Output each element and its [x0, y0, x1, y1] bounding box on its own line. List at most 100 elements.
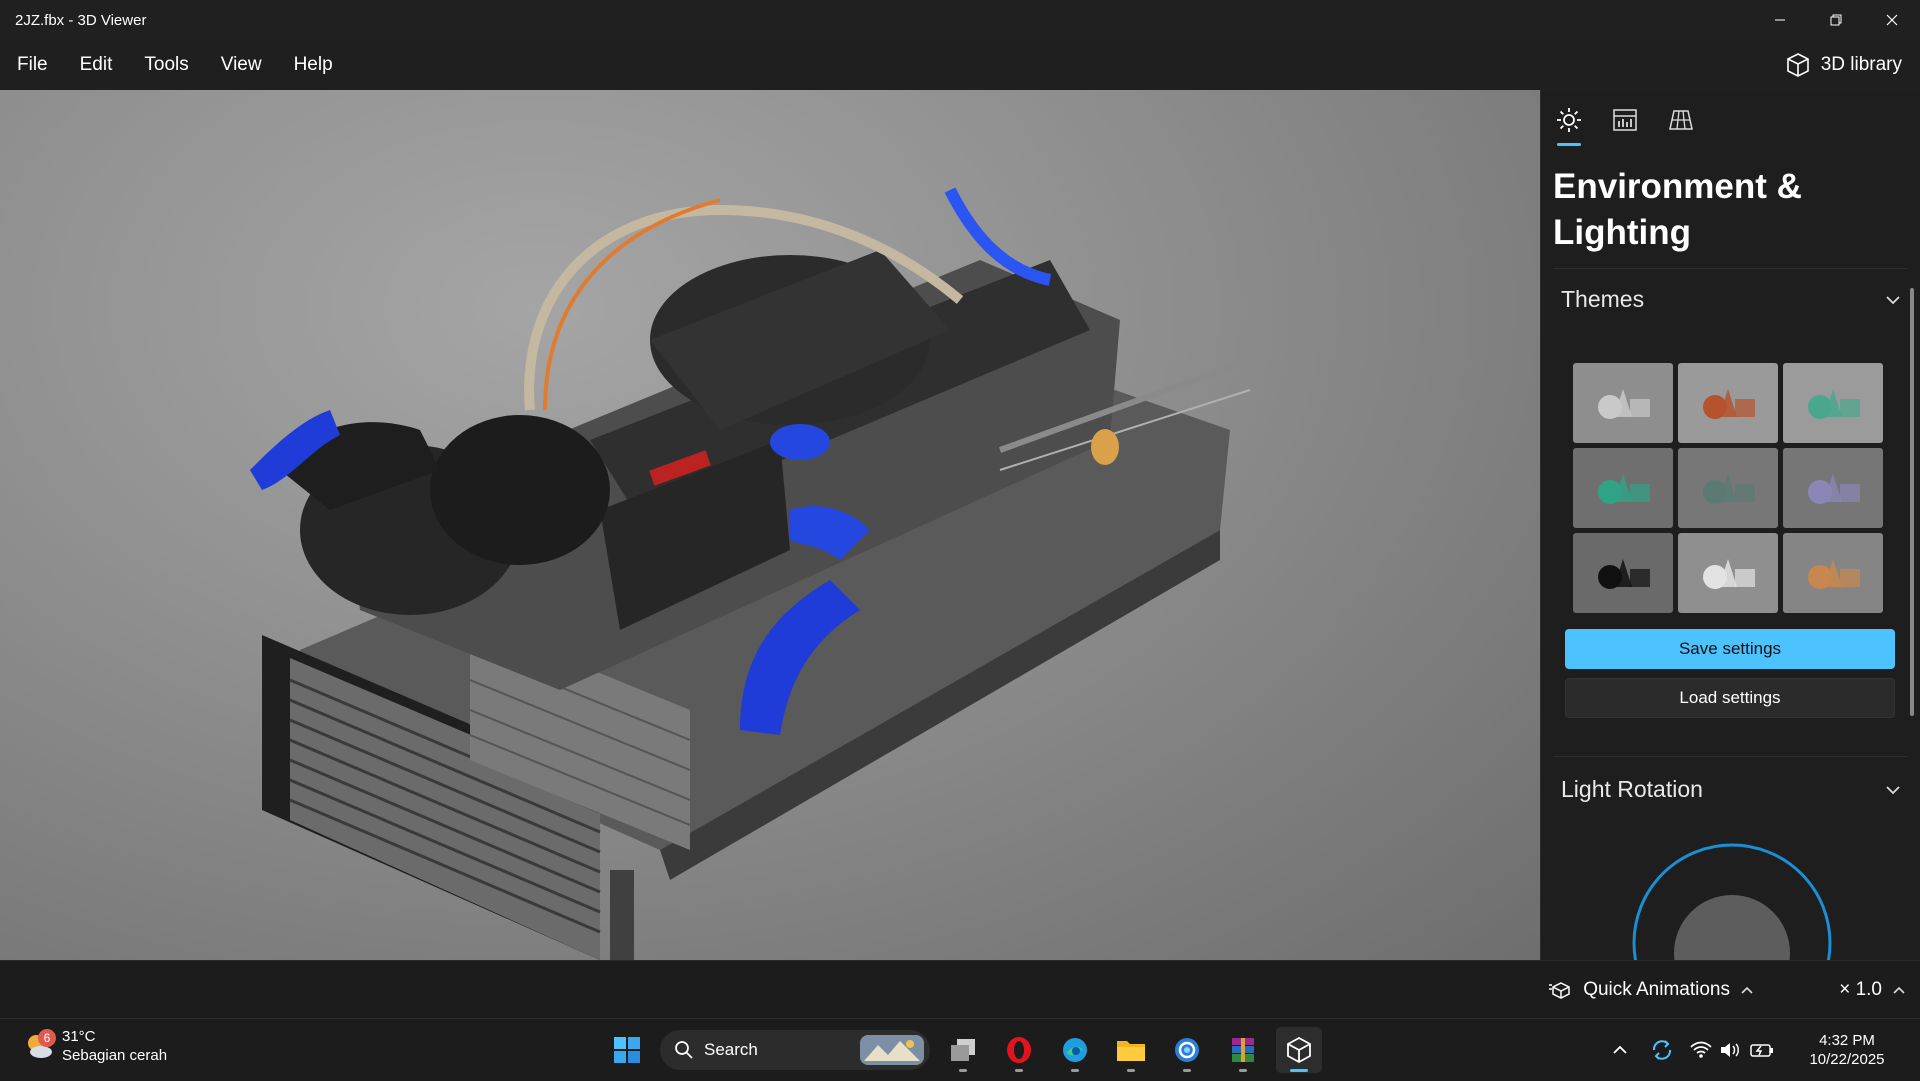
running-indicator: [1183, 1069, 1191, 1072]
search-placeholder: Search: [704, 1040, 758, 1059]
opera-icon: [1007, 1037, 1031, 1063]
menu-view[interactable]: View: [205, 40, 278, 90]
engine-model[interactable]: [0, 90, 1540, 960]
3d-library-button[interactable]: 3D library: [1785, 40, 1902, 90]
weather-condition: Sebagian cerah: [62, 1047, 168, 1064]
window-title: 2JZ.fbx - 3D Viewer: [15, 11, 147, 29]
volume-icon[interactable]: [1720, 1041, 1742, 1059]
3d-library-label: 3D library: [1820, 54, 1902, 75]
themes-label: Themes: [1561, 286, 1645, 312]
tab-environment[interactable]: [1553, 104, 1585, 146]
chevron-up-icon: [1893, 986, 1905, 994]
weather-icon-wrap: 6: [24, 1029, 56, 1061]
task-view-button[interactable]: [940, 1027, 986, 1073]
chevron-down-icon: [1886, 295, 1900, 304]
clock[interactable]: 4:32 PM 10/22/2025: [1792, 1031, 1902, 1069]
chevron-up-icon: [1741, 986, 1753, 994]
sun-icon: [1557, 108, 1581, 132]
animation-icon: [1549, 982, 1570, 999]
browser-button[interactable]: [1164, 1027, 1210, 1073]
menu-help[interactable]: Help: [278, 40, 349, 90]
running-indicator: [959, 1069, 967, 1072]
themes-header[interactable]: Themes: [1561, 286, 1901, 313]
taskbar-apps: Search: [604, 1027, 1322, 1073]
3d-viewport[interactable]: [0, 90, 1540, 960]
search-highlight-icon: [860, 1035, 924, 1065]
theme-thumbnail[interactable]: [1783, 448, 1883, 528]
grid-icon: [1669, 110, 1693, 130]
weather-widget[interactable]: 6 31°C Sebagian cerah: [24, 1027, 167, 1065]
3d-viewer-icon: [1287, 1036, 1311, 1064]
battery-icon[interactable]: [1750, 1042, 1774, 1058]
theme-thumbnail[interactable]: [1783, 363, 1883, 443]
playback-speed-label: × 1.0: [1839, 979, 1882, 1000]
menu-edit[interactable]: Edit: [64, 40, 129, 90]
taskbar: 6 31°C Sebagian cerah Search 4:32 PM 10/…: [0, 1018, 1920, 1080]
panel-tabs: [1553, 104, 1697, 146]
edge-button[interactable]: [1052, 1027, 1098, 1073]
3d-viewer-button[interactable]: [1276, 1027, 1322, 1073]
chevron-up-icon[interactable]: [1612, 1045, 1628, 1055]
theme-thumbnail[interactable]: [1783, 533, 1883, 613]
title-bar: 2JZ.fbx - 3D Viewer: [0, 0, 1920, 40]
themes-grid: [1573, 363, 1883, 613]
light-rotation-header[interactable]: Light Rotation: [1561, 776, 1901, 803]
winrar-icon: [1232, 1038, 1254, 1062]
quick-animations-button[interactable]: Quick Animations: [1549, 961, 1754, 1019]
theme-preview-icon: [1598, 559, 1650, 589]
theme-preview-icon: [1703, 559, 1755, 589]
panel-title: Environment & Lighting: [1553, 164, 1893, 256]
edge-icon: [1063, 1038, 1087, 1062]
opera-button[interactable]: [996, 1027, 1042, 1073]
environment-panel: Environment & Lighting Themes Save setti…: [1540, 90, 1920, 960]
theme-thumbnail[interactable]: [1573, 363, 1673, 443]
clock-date: 10/22/2025: [1809, 1051, 1885, 1068]
menu-file[interactable]: File: [0, 40, 64, 90]
task-view-icon: [951, 1039, 975, 1061]
theme-thumbnail[interactable]: [1678, 363, 1778, 443]
start-button[interactable]: [604, 1027, 650, 1073]
panel-scrollbar[interactable]: [1910, 288, 1914, 716]
divider: [1553, 268, 1908, 269]
divider: [1553, 756, 1908, 757]
browser-icon: [1175, 1038, 1199, 1062]
cube-icon: [1786, 53, 1809, 77]
menu-tools[interactable]: Tools: [128, 40, 204, 90]
theme-thumbnail[interactable]: [1573, 533, 1673, 613]
save-settings-button[interactable]: Save settings: [1565, 629, 1895, 669]
running-indicator: [1015, 1069, 1023, 1072]
theme-thumbnail[interactable]: [1678, 448, 1778, 528]
load-settings-button[interactable]: Load settings: [1565, 678, 1895, 718]
notification-badge: 6: [38, 1029, 56, 1047]
tab-stats[interactable]: [1609, 104, 1641, 136]
winrar-button[interactable]: [1220, 1027, 1266, 1073]
theme-thumbnail[interactable]: [1573, 448, 1673, 528]
light-rotation-dial[interactable]: [1627, 838, 1837, 960]
running-indicator: [1290, 1069, 1308, 1072]
theme-preview-icon: [1703, 474, 1755, 504]
weather-text: 31°C Sebagian cerah: [62, 1027, 167, 1065]
theme-thumbnail[interactable]: [1678, 533, 1778, 613]
system-tray: 4:32 PM 10/22/2025: [1612, 1019, 1920, 1081]
file-explorer-icon: [1117, 1041, 1145, 1061]
playback-speed-button[interactable]: × 1.0: [1839, 961, 1906, 1019]
wifi-icon[interactable]: [1690, 1041, 1712, 1059]
theme-preview-icon: [1598, 474, 1650, 504]
light-sphere: [1674, 895, 1790, 960]
quick-animations-label: Quick Animations: [1583, 979, 1730, 1000]
theme-preview-icon: [1703, 389, 1755, 419]
search-icon: [675, 1041, 693, 1059]
taskbar-search[interactable]: Search: [660, 1030, 930, 1070]
file-explorer-button[interactable]: [1108, 1027, 1154, 1073]
sync-icon[interactable]: [1650, 1038, 1674, 1062]
running-indicator: [1127, 1069, 1135, 1072]
tab-grid[interactable]: [1665, 104, 1697, 136]
restore-icon: [1830, 14, 1842, 26]
restore-button[interactable]: [1808, 0, 1864, 40]
close-button[interactable]: [1864, 0, 1920, 40]
menu-bar: File Edit Tools View Help: [0, 40, 1920, 90]
running-indicator: [1071, 1069, 1079, 1072]
minimize-button[interactable]: [1752, 0, 1808, 40]
theme-preview-icon: [1808, 389, 1860, 419]
light-rotation-label: Light Rotation: [1561, 776, 1703, 802]
